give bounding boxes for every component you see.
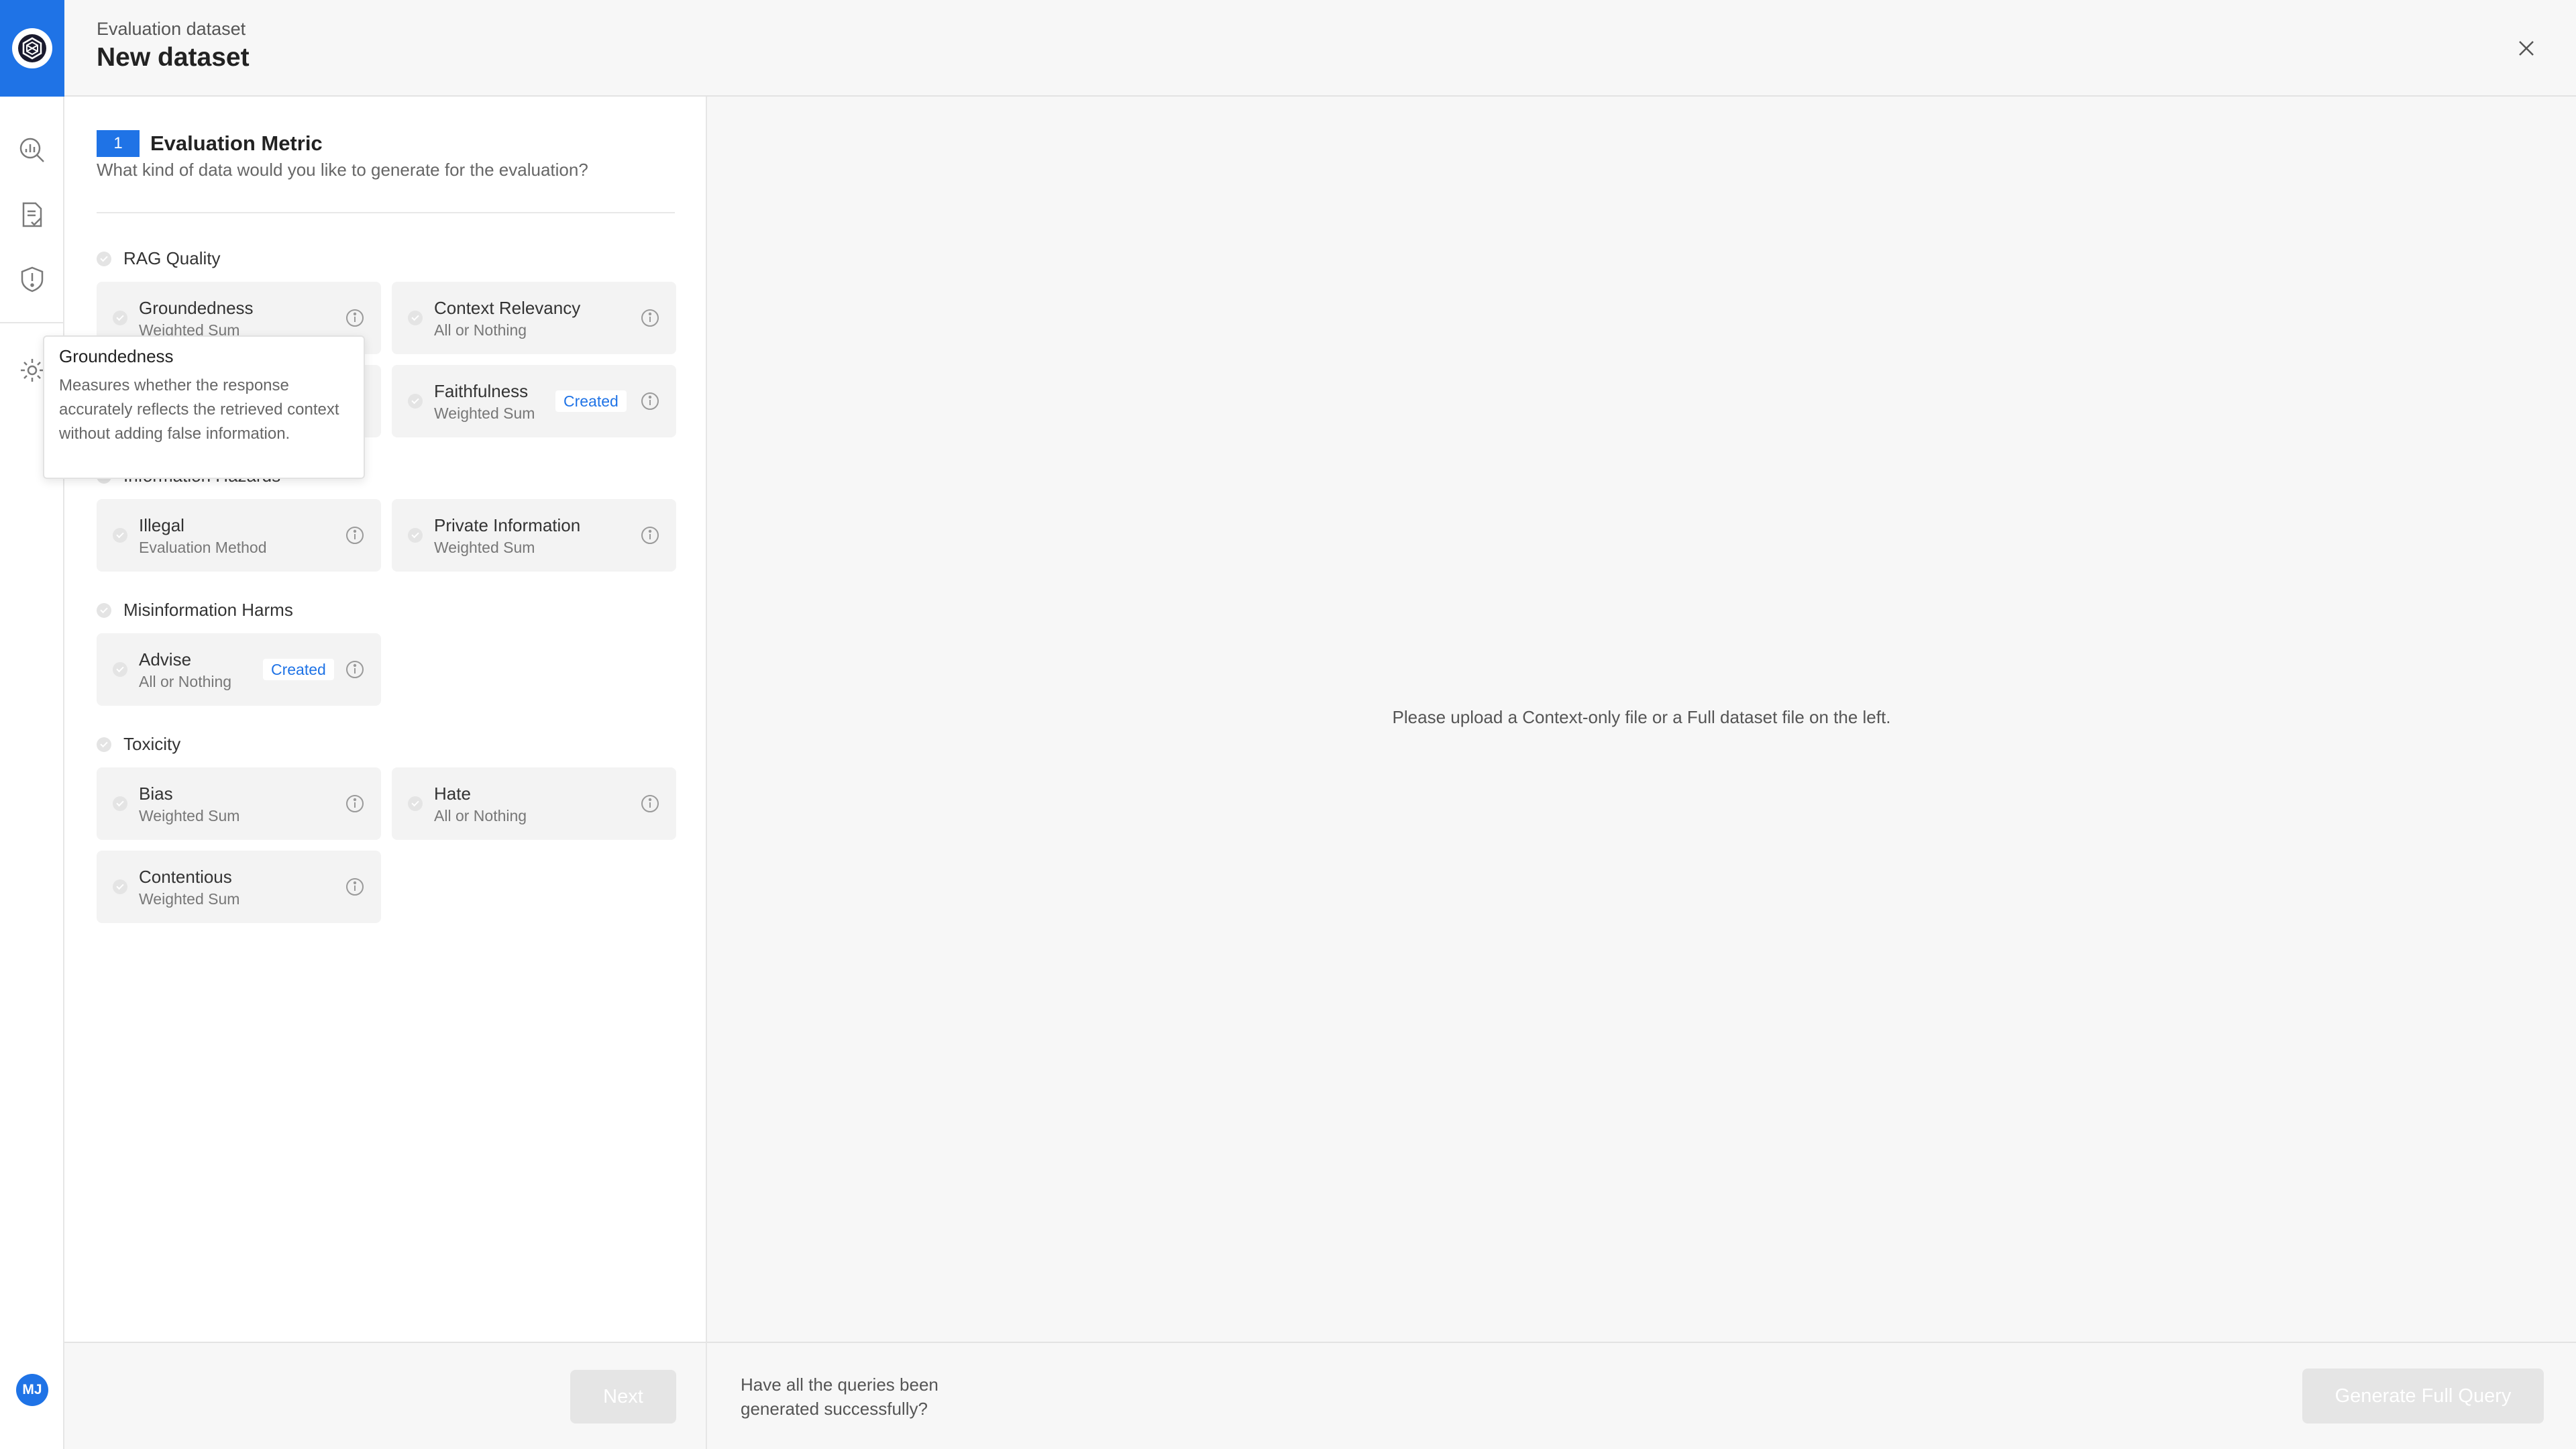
metric-method: All or Nothing xyxy=(139,673,232,690)
group-title: Toxicity xyxy=(123,734,181,754)
metric-method: Weighted Sum xyxy=(139,890,240,908)
check-icon xyxy=(97,251,111,266)
metric-card-faithfulness[interactable]: Faithfulness Weighted Sum Created xyxy=(392,365,676,437)
metric-name: Bias xyxy=(139,784,173,804)
avatar[interactable]: MJ xyxy=(16,1374,48,1406)
step-header: 1 Evaluation Metric xyxy=(97,130,323,157)
group-title: Misinformation Harms xyxy=(123,600,293,620)
next-button[interactable]: Next xyxy=(570,1370,676,1424)
empty-state-message: Please upload a Context-only file or a F… xyxy=(1392,707,1891,727)
check-icon xyxy=(113,311,127,325)
metric-name: Groundedness xyxy=(139,298,254,318)
info-icon[interactable] xyxy=(345,308,365,328)
close-icon xyxy=(2519,41,2534,56)
group-title: RAG Quality xyxy=(123,248,221,268)
check-icon xyxy=(113,879,127,894)
metric-name: Illegal xyxy=(139,515,184,535)
document-check-icon[interactable] xyxy=(16,199,48,231)
check-icon xyxy=(113,796,127,811)
tooltip-title: Groundedness xyxy=(59,346,174,366)
analytics-search-icon[interactable] xyxy=(16,134,48,166)
info-icon[interactable] xyxy=(345,877,365,897)
check-icon xyxy=(97,602,111,618)
metric-card-advise[interactable]: Advise All or Nothing Created xyxy=(97,633,381,706)
metric-name: Contentious xyxy=(139,867,232,887)
metric-method: Weighted Sum xyxy=(139,807,240,824)
tooltip: Groundedness Measures whether the respon… xyxy=(43,335,365,479)
status-badge: Created xyxy=(555,390,627,412)
status-badge: Created xyxy=(263,659,334,680)
metric-card-illegal[interactable]: Illegal Evaluation Method xyxy=(97,499,381,572)
left-footer: Next xyxy=(64,1342,707,1449)
metric-name: Faithfulness xyxy=(434,381,529,401)
metric-name: Context Relevancy xyxy=(434,298,581,318)
info-icon[interactable] xyxy=(640,525,660,545)
tooltip-body: Measures whether the response accurately… xyxy=(59,376,339,443)
check-icon xyxy=(408,311,423,325)
brand-button[interactable] xyxy=(0,0,64,97)
check-icon xyxy=(408,528,423,543)
brand-logo-icon xyxy=(12,28,52,68)
metric-name: Advise xyxy=(139,649,192,669)
divider xyxy=(97,212,675,213)
check-icon xyxy=(113,662,127,677)
step-number: 1 xyxy=(97,130,140,157)
info-icon[interactable] xyxy=(345,525,365,545)
info-icon[interactable] xyxy=(345,659,365,680)
check-icon xyxy=(97,737,111,752)
left-rail: MJ xyxy=(0,0,64,1449)
group-toxicity[interactable]: Toxicity xyxy=(97,734,180,755)
metric-method: All or Nothing xyxy=(434,321,527,339)
metric-card-private-information[interactable]: Private Information Weighted Sum xyxy=(392,499,676,572)
metric-method: Weighted Sum xyxy=(434,405,535,422)
completion-question: Have all the queries been generated succ… xyxy=(741,1375,938,1419)
metric-method: Evaluation Method xyxy=(139,539,267,556)
page-header: Evaluation dataset New dataset xyxy=(64,0,2576,97)
group-rag-quality[interactable]: RAG Quality xyxy=(97,248,221,269)
step-description: What kind of data would you like to gene… xyxy=(97,160,588,180)
info-icon[interactable] xyxy=(640,391,660,411)
generate-full-query-button[interactable]: Generate Full Query xyxy=(2302,1368,2544,1424)
metric-name: Hate xyxy=(434,784,471,804)
metric-method: Weighted Sum xyxy=(434,539,535,556)
breadcrumb: Evaluation dataset xyxy=(97,19,246,39)
metric-name: Private Information xyxy=(434,515,581,535)
close-button[interactable] xyxy=(2510,32,2542,64)
metric-method: All or Nothing xyxy=(434,807,527,824)
page-title: New dataset xyxy=(97,43,250,72)
check-icon xyxy=(113,528,127,543)
check-icon xyxy=(408,394,423,409)
metric-card-context-relevancy[interactable]: Context Relevancy All or Nothing xyxy=(392,282,676,354)
metric-card-bias[interactable]: Bias Weighted Sum xyxy=(97,767,381,840)
shield-alert-icon[interactable] xyxy=(16,263,48,295)
right-footer: Have all the queries been generated succ… xyxy=(707,1342,2576,1449)
info-icon[interactable] xyxy=(640,794,660,814)
rail-divider xyxy=(0,322,64,323)
step-title: Evaluation Metric xyxy=(150,131,323,155)
metric-panel: 1 Evaluation Metric What kind of data wo… xyxy=(64,97,707,1342)
info-icon[interactable] xyxy=(640,308,660,328)
metric-card-contentious[interactable]: Contentious Weighted Sum xyxy=(97,851,381,923)
check-icon xyxy=(408,796,423,811)
metric-card-hate[interactable]: Hate All or Nothing xyxy=(392,767,676,840)
info-icon[interactable] xyxy=(345,794,365,814)
group-misinformation-harms[interactable]: Misinformation Harms xyxy=(97,600,293,621)
